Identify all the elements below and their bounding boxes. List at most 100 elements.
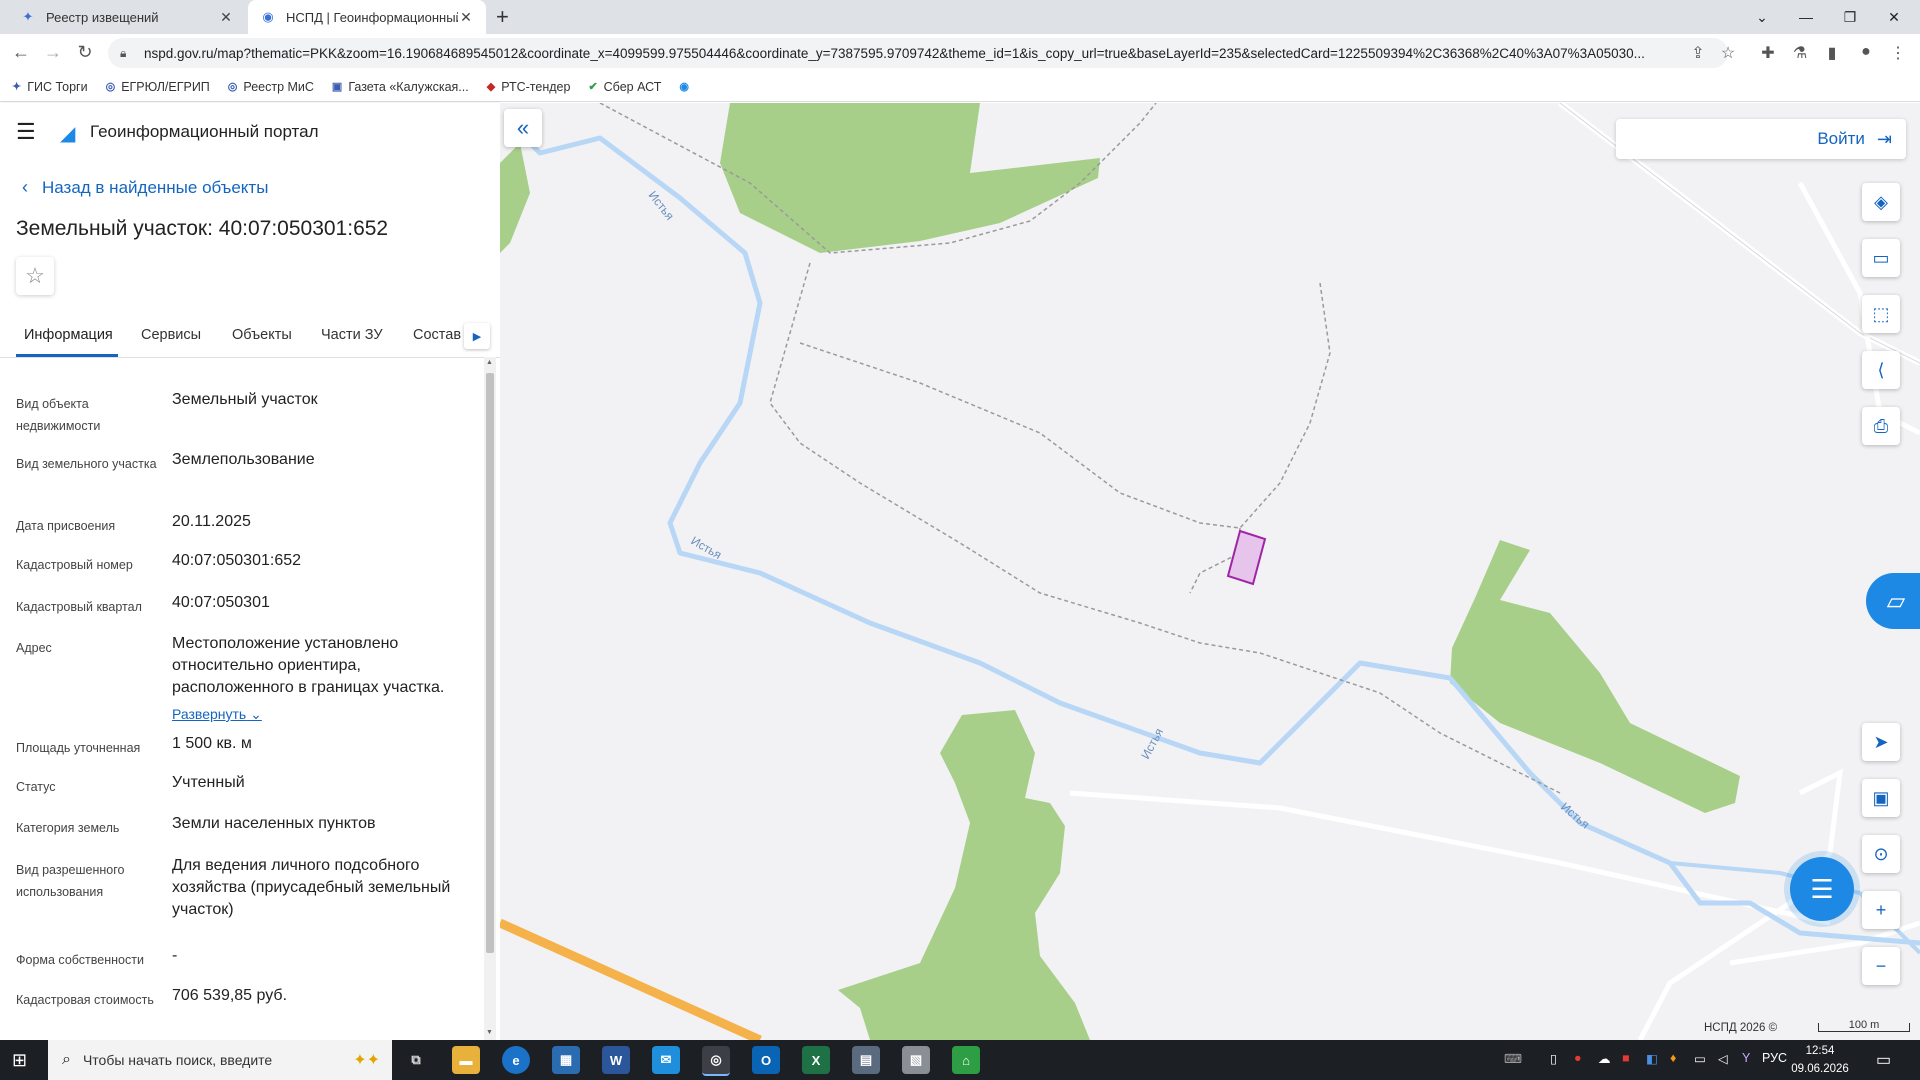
chat-bubble-icon: ▱	[1886, 587, 1906, 615]
tray-app-icon[interactable]: ♦	[1670, 1051, 1676, 1065]
geolocate-button[interactable]: ➤	[1862, 723, 1900, 761]
edge-icon[interactable]: e	[502, 1046, 530, 1074]
panel-scrollbar[interactable]: ▲ ▼	[484, 357, 496, 1040]
tab-composition[interactable]: Состав	[413, 327, 461, 343]
scroll-thumb[interactable]	[486, 373, 494, 953]
zoom-out-button[interactable]: −	[1862, 947, 1900, 985]
volume-icon[interactable]: ◁	[1718, 1051, 1728, 1066]
login-button[interactable]: Войти ⇥	[1616, 119, 1906, 159]
tab-search-icon[interactable]: ⌄	[1740, 0, 1784, 34]
home-app-icon[interactable]: ⌂	[952, 1046, 980, 1074]
object-info-panel: ☰ ◢ Геоинформационный портал ‹ Назад в н…	[0, 103, 500, 1040]
windows-start-icon[interactable]: ⊞	[12, 1050, 27, 1071]
tray-app-icon[interactable]: ▯	[1550, 1051, 1557, 1066]
minimize-button[interactable]: —	[1784, 0, 1828, 34]
close-window-button[interactable]: ✕	[1872, 0, 1916, 34]
bookmark-nspd[interactable]: ◉	[679, 80, 695, 93]
tab-information[interactable]: Информация	[24, 327, 113, 343]
bookmark-rts-tender[interactable]: ◆ РТС-тендер	[487, 80, 571, 94]
map-canvas[interactable]: Истья Истья Истья Истья	[500, 103, 1920, 1040]
road	[500, 918, 762, 1040]
excel-icon[interactable]: X	[802, 1046, 830, 1074]
back-label: Назад в найденные объекты	[42, 177, 269, 197]
clock-date: 09.06.2026	[1791, 1063, 1849, 1075]
close-tab-icon[interactable]: ✕	[458, 9, 474, 26]
bookmark-reestr-mis[interactable]: ◎ Реестр МиС	[228, 80, 314, 94]
tabs-next-button[interactable]: ▶	[464, 323, 490, 349]
select-area-button[interactable]: ⬚	[1862, 295, 1900, 333]
chat-button[interactable]: ☰	[1790, 857, 1854, 921]
bookmark-gis-torgi[interactable]: ✦ ГИС Торги	[12, 80, 88, 94]
bookmark-gazeta[interactable]: ▣ Газета «Калужская...	[332, 80, 469, 94]
browser-tab-nspd[interactable]: ◉ НСПД | Геоинформационный п ✕	[248, 0, 486, 34]
bookmark-egrul[interactable]: ◎ ЕГРЮЛ/ЕГРИП	[106, 80, 210, 94]
share-map-button[interactable]: ⟨	[1862, 351, 1900, 389]
property-label: Вид разрешенного использования	[16, 863, 125, 899]
store-icon[interactable]: ▦	[552, 1046, 580, 1074]
taskbar-search[interactable]: ⌕ Чтобы начать поиск, введите ✦✦	[48, 1040, 392, 1080]
calculator-icon[interactable]: ▤	[852, 1046, 880, 1074]
share-icon[interactable]: ⇪	[1688, 43, 1708, 63]
scroll-down-icon[interactable]: ▼	[486, 1029, 493, 1036]
expand-link[interactable]: Развернуть ⌄	[172, 703, 262, 725]
back-to-results-link[interactable]: ‹ Назад в найденные объекты	[22, 177, 268, 198]
tray-app-icon[interactable]: Y	[1742, 1051, 1750, 1065]
menu-dots-icon[interactable]: ⋮	[1888, 43, 1908, 63]
search-location-button[interactable]: ⊙	[1862, 835, 1900, 873]
bookmark-sber-ast[interactable]: ✔ Сбер АСТ	[588, 80, 661, 94]
profile-icon[interactable]: ●	[1856, 43, 1876, 61]
menu-icon[interactable]: ☰	[16, 119, 44, 145]
tray-app-icon[interactable]: ■	[1622, 1051, 1630, 1065]
notifications-icon[interactable]: ▭	[1876, 1050, 1891, 1070]
print-button[interactable]: ⎙	[1862, 407, 1900, 445]
zoom-in-button[interactable]: +	[1862, 891, 1900, 929]
system-clock[interactable]: 12:54 09.06.2026	[1788, 1042, 1852, 1078]
globe-icon: ◎	[105, 81, 116, 93]
word-icon[interactable]: W	[602, 1046, 630, 1074]
keyboard-icon[interactable]: ⌨	[1504, 1051, 1522, 1066]
portal-logo-icon: ◢	[60, 123, 76, 145]
maximize-button[interactable]: ❐	[1828, 0, 1872, 34]
tab-services[interactable]: Сервисы	[141, 327, 201, 343]
address-bar[interactable]: 🔒︎ nspd.gov.ru/map?thematic=PKK&zoom=16.…	[108, 38, 1728, 68]
browser-toolbar: ← → ↻ 🔒︎ nspd.gov.ru/map?thematic=PKK&zo…	[0, 34, 1920, 72]
property-value: Учтенный	[172, 774, 245, 791]
language-indicator[interactable]: РУС	[1762, 1051, 1787, 1065]
back-arrow-icon[interactable]: ←	[10, 42, 32, 63]
mail-icon[interactable]: ✉	[652, 1046, 680, 1074]
favorite-star-button[interactable]: ☆	[16, 257, 54, 295]
bookmark-star-icon[interactable]: ☆	[1718, 43, 1738, 63]
new-tab-button[interactable]: +	[496, 4, 509, 30]
properties-list: Вид объекта недвижимости Земельный участ…	[0, 365, 480, 1040]
tab-objects[interactable]: Объекты	[232, 327, 292, 343]
tab-parts[interactable]: Части ЗУ	[321, 327, 383, 343]
chrome-icon[interactable]: ◎	[702, 1046, 730, 1076]
reload-icon[interactable]: ↻	[74, 42, 96, 63]
property-row: Кадастровая стоимость 706 539,85 руб.	[16, 985, 476, 1035]
lab-icon[interactable]: ⚗	[1790, 43, 1810, 63]
scroll-up-icon[interactable]: ▲	[486, 359, 493, 366]
side-panel-icon[interactable]: ▮	[1822, 43, 1842, 63]
tray-app-icon[interactable]: ◧	[1646, 1051, 1658, 1066]
app-icon[interactable]: ▧	[902, 1046, 930, 1074]
property-label: Вид земельного участка	[16, 457, 157, 471]
task-view-icon[interactable]: ⧉	[402, 1046, 430, 1074]
selected-parcel[interactable]	[1226, 529, 1267, 586]
forward-arrow-icon[interactable]: →	[42, 42, 64, 63]
browser-tab-registry[interactable]: ✦ Реестр извещений ✕	[8, 0, 246, 34]
tray-app-icon[interactable]: ●	[1574, 1051, 1582, 1065]
help-widget-button[interactable]: ▱	[1866, 573, 1920, 629]
file-explorer-icon[interactable]: ▬	[452, 1046, 480, 1074]
collapse-panel-button[interactable]: «	[504, 109, 542, 147]
network-icon[interactable]: ▭	[1694, 1051, 1706, 1066]
measure-button[interactable]: ▭	[1862, 239, 1900, 277]
newspaper-icon: ▣	[331, 81, 343, 93]
minimap-button[interactable]: ▣	[1862, 779, 1900, 817]
tray-app-icon[interactable]: ☁	[1598, 1051, 1611, 1066]
map-view[interactable]: Истья Истья Истья Истья « Войти ⇥ ◈ ▭ ⬚ …	[500, 103, 1920, 1040]
extensions-icon[interactable]: ✚	[1758, 43, 1778, 63]
outlook-icon[interactable]: O	[752, 1046, 780, 1074]
layers-button[interactable]: ◈	[1862, 183, 1900, 221]
panel-tabs: Информация Сервисы Объекты Части ЗУ Сост…	[0, 317, 500, 358]
close-tab-icon[interactable]: ✕	[218, 9, 234, 26]
